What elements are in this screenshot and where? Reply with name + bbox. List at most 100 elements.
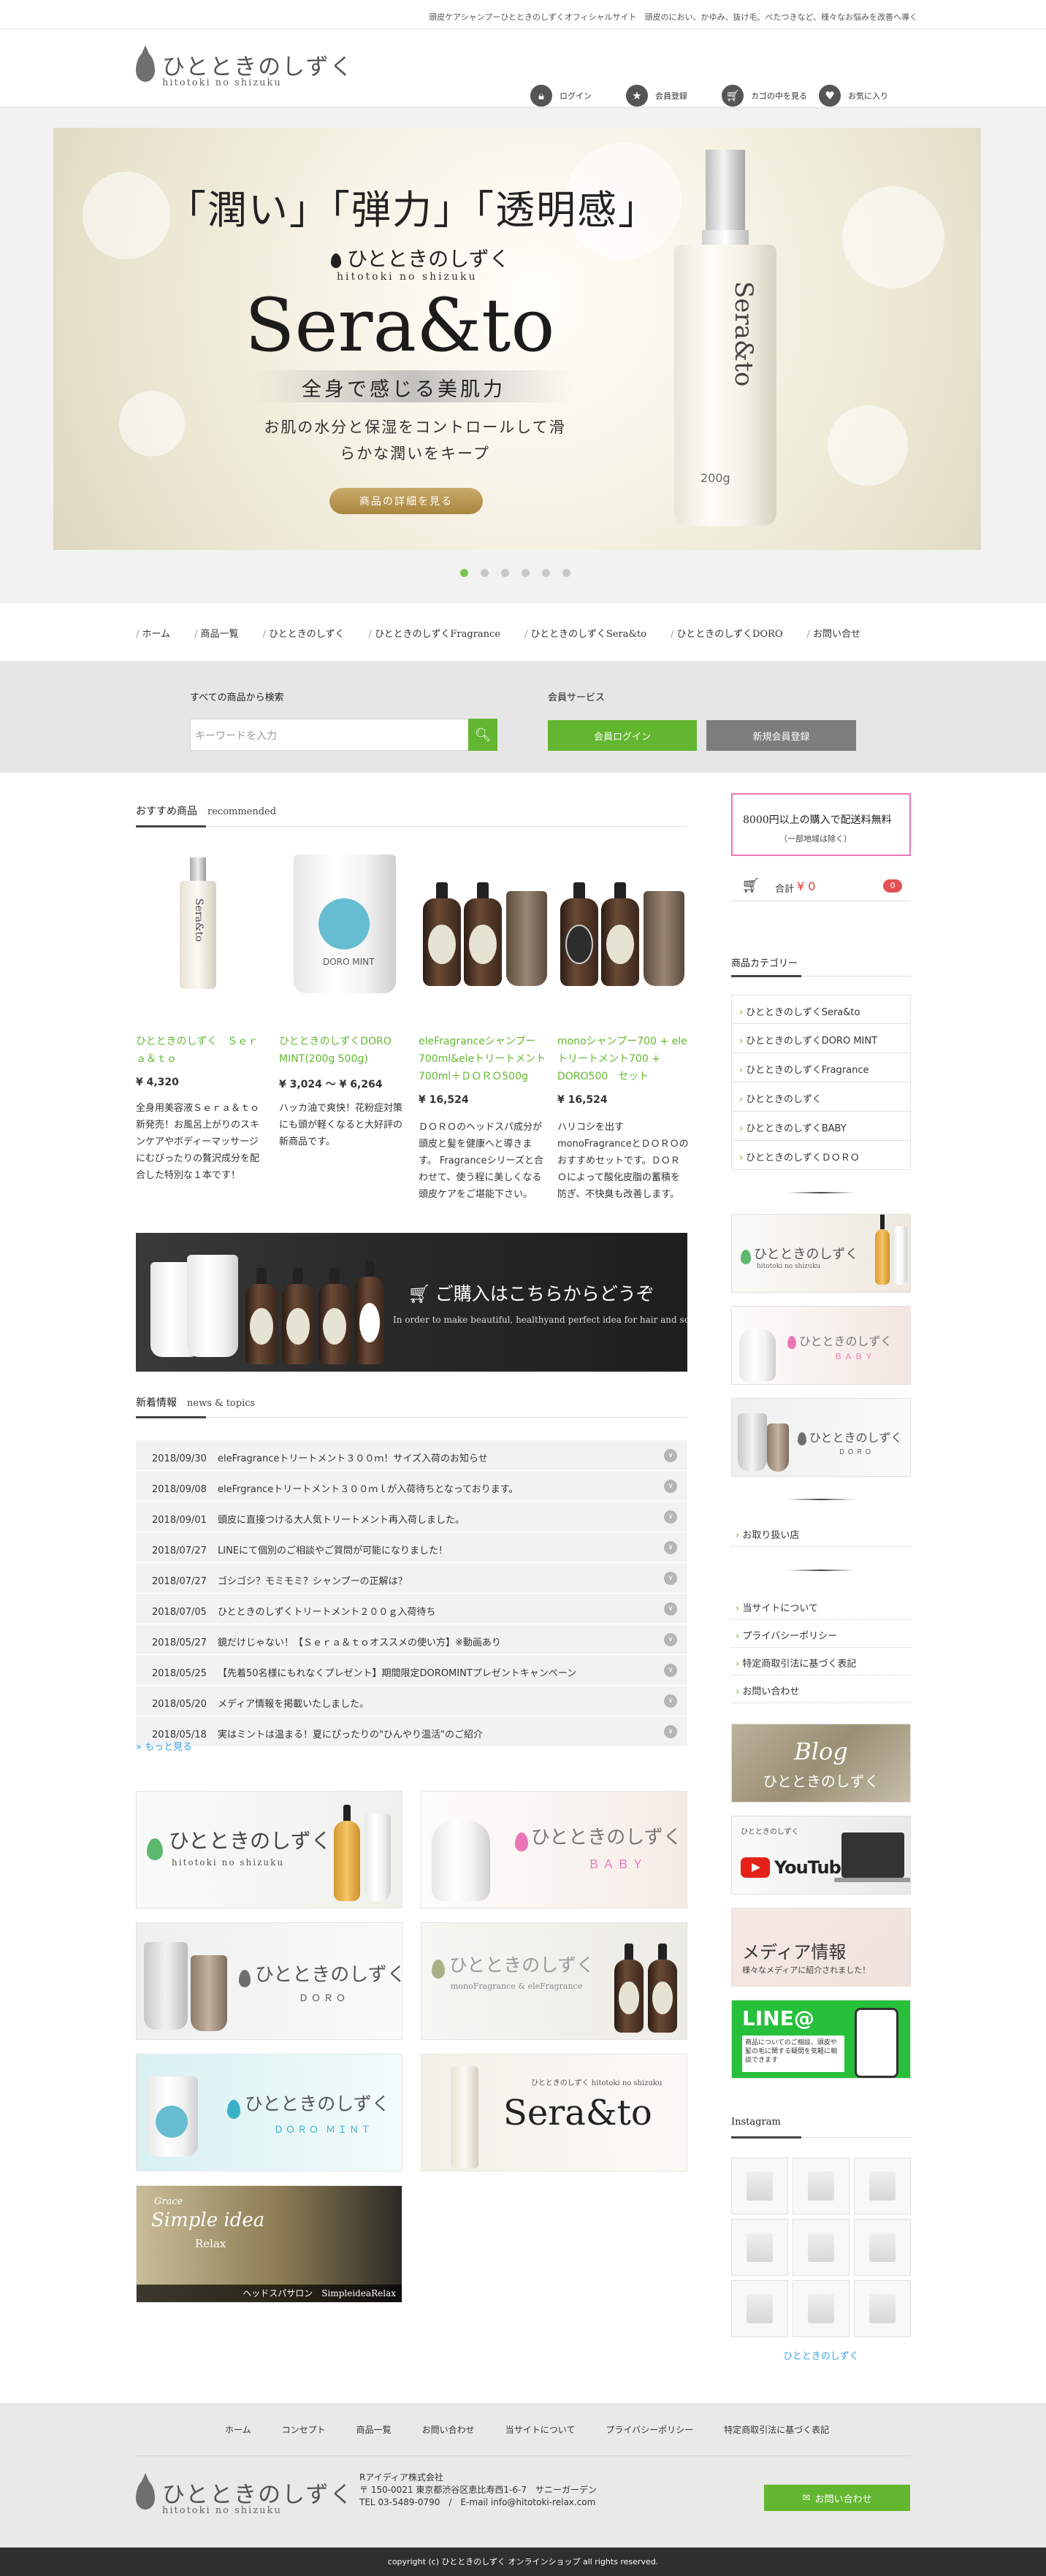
news-item[interactable]: 2018/05/18 実はミントは温まる！夏にぴったりの"ひんやり温活"のご紹介 ∨	[136, 1716, 687, 1747]
privacy-link[interactable]: プライバシーポリシー	[731, 1620, 911, 1648]
slider-dot[interactable]	[481, 569, 489, 577]
slider-dot[interactable]	[562, 569, 570, 577]
purchase-banner[interactable]: 🛒︎ ご購入はこちらからどうぞ In order to make beautifu…	[136, 1233, 687, 1372]
tile-subtitle: ＤＯＲＯ ＭＩＮＴ	[274, 2125, 373, 2136]
side-banner-subtitle: ＢＡＢＹ	[834, 1352, 875, 1361]
product-name[interactable]: ひとときのしずく Ｓｅｒａ＆ｔｏ	[136, 1033, 267, 1068]
slider-dot[interactable]	[522, 569, 530, 577]
product-card[interactable]: Sera&to ひとときのしずく Ｓｅｒａ＆ｔｏ ¥ 4,320 全身用美容液Ｓ…	[136, 847, 267, 1212]
hero-detail-button[interactable]: 商品の詳細を見る	[329, 488, 483, 514]
instagram-post[interactable]	[731, 2219, 788, 2276]
nav-contact[interactable]: お問い合せ	[807, 626, 860, 640]
free-shipping-banner[interactable]: 8000円以上の購入で配送料無料 （一部地域は除く）	[731, 793, 911, 856]
news-list: 2018/09/30 eleFragranceトリートメント３００ｍ！サイズ入荷の…	[136, 1440, 687, 1747]
bokeh	[828, 405, 908, 486]
news-item[interactable]: 2018/05/25 【先着50名様にもれなくプレゼント】期間限定DOROMINT…	[136, 1655, 687, 1686]
news-item[interactable]: 2018/09/08 eleFrgranceトリートメント３００ｍｌが入荷待ちとな…	[136, 1471, 687, 1502]
shop-link[interactable]: お取り扱い店	[731, 1519, 911, 1547]
search-button[interactable]: 🔍︎	[468, 719, 497, 751]
register-link[interactable]: ★ 会員登録	[626, 85, 687, 107]
slider-dot[interactable]	[460, 569, 468, 577]
chevron-down-icon: ∨	[664, 1602, 677, 1616]
footer-link-privacy[interactable]: プライバシーポリシー	[606, 2423, 693, 2436]
blog-banner[interactable]: Blog ひとときのしずく	[731, 1724, 911, 1803]
view-cart-link[interactable]: 🛒︎ カゴの中を見る	[722, 85, 807, 107]
category-item[interactable]: ひとときのしずく	[731, 1082, 911, 1112]
footer-link-concept[interactable]: コンセプト	[282, 2423, 326, 2436]
search-input[interactable]: キーワードを入力	[190, 719, 469, 751]
instagram-post[interactable]	[854, 2219, 911, 2276]
login-link[interactable]: 🔒︎ ログイン	[530, 85, 592, 107]
footer-link-contact[interactable]: お問い合わせ	[422, 2423, 475, 2436]
news-item[interactable]: 2018/09/30 eleFragranceトリートメント３００ｍ！サイズ入荷の…	[136, 1440, 687, 1471]
category-item[interactable]: ひとときのしずくFragrance	[731, 1053, 911, 1082]
nav-home[interactable]: ホーム	[136, 626, 171, 640]
product-card[interactable]: monoシャンプー700 + eleトリートメント700 + DORO500 セ…	[557, 847, 689, 1200]
category-item[interactable]: ひとときのしずくＤＯＲＯ	[731, 1141, 911, 1170]
product-name[interactable]: eleFragranceシャンプー700ml&eleトリートメント700ml＋Ｄ…	[419, 1033, 550, 1085]
salon-banner[interactable]: Grace Simple idea Relax ヘッドスパサロン Simplei…	[136, 2185, 402, 2303]
nav-products[interactable]: 商品一覧	[194, 626, 239, 640]
instagram-post[interactable]	[793, 2219, 850, 2276]
product-card[interactable]: eleFragranceシャンプー700ml&eleトリートメント700ml＋Ｄ…	[419, 847, 550, 1200]
side-banner-doro[interactable]: ひとときのしずく ＤＯＲＯ	[731, 1398, 911, 1477]
product-name[interactable]: monoシャンプー700 + eleトリートメント700 + DORO500 セ…	[557, 1033, 689, 1085]
tile-subtitle: ひとときのしずく hitotoki no shizuku	[531, 2079, 663, 2087]
side-banner-subtitle: ＤＯＲＯ	[839, 1449, 874, 1456]
media-banner[interactable]: メディア情報 様々なメディアに紹介されました！	[731, 1908, 911, 1987]
side-banner-hitotoki[interactable]: ひとときのしずく hitotoki no shizuku	[731, 1214, 911, 1293]
cart-summary[interactable]: 🛒︎ 合計 ¥ 0 0	[731, 872, 911, 901]
legal-link[interactable]: 特定商取引法に基づく表記	[731, 1648, 911, 1675]
about-link[interactable]: 当サイトについて	[731, 1592, 911, 1620]
nav-fragrance[interactable]: ひとときのしずくFragrance	[369, 626, 500, 640]
footer-link-products[interactable]: 商品一覧	[356, 2423, 392, 2436]
brand-banner-doro[interactable]: ひとときのしずく ＤＯＲＯ	[136, 1922, 402, 2040]
news-item[interactable]: 2018/05/20 メディア情報を掲載いたしました。 ∨	[136, 1686, 687, 1716]
slider-dot[interactable]	[501, 569, 509, 577]
nav-hitotoki[interactable]: ひとときのしずく	[263, 626, 344, 640]
category-item[interactable]: ひとときのしずくDORO MINT	[731, 1024, 911, 1053]
news-item[interactable]: 2018/07/27 LINEにて個別のご相談やご質問が可能になりました！ ∨	[136, 1532, 687, 1563]
youtube-banner[interactable]: ひとときのしずく YouTube	[731, 1816, 911, 1895]
brand-banner-hitotoki[interactable]: ひとときのしずく hitotoki no shizuku	[136, 1791, 402, 1908]
news-more-link[interactable]: » もっと見る	[136, 1739, 192, 1753]
instagram-post[interactable]	[731, 2158, 788, 2214]
hero-slider[interactable]: 「潤い」「弾力」「透明感」 ひとときのしずく hitotoki no shizu…	[53, 128, 981, 550]
product-name[interactable]: ひとときのしずくDORO MINT(200g 500g)	[279, 1033, 411, 1068]
footer-link-legal[interactable]: 特定商取引法に基づく表記	[724, 2423, 829, 2436]
slider-dot[interactable]	[542, 569, 550, 577]
instagram-post[interactable]	[731, 2280, 788, 2337]
brand-banner-fragrance[interactable]: ひとときのしずく monoFragrance & eleFragrance	[421, 1922, 687, 2040]
news-item[interactable]: 2018/05/27 鏡だけじゃない！【Ｓｅｒａ＆ｔｏオススメの使い方】※動画あり…	[136, 1624, 687, 1655]
recommended-title-jp: おすすめ商品	[136, 806, 197, 817]
instagram-account-link[interactable]: ひとときのしずく	[731, 2348, 911, 2362]
category-item[interactable]: ひとときのしずくBABY	[731, 1112, 911, 1141]
instagram-post[interactable]	[793, 2158, 850, 2214]
footer-link-home[interactable]: ホーム	[225, 2423, 251, 2436]
brand-banner-doro-mint[interactable]: ひとときのしずく ＤＯＲＯ ＭＩＮＴ	[136, 2054, 402, 2171]
member-login-button[interactable]: 会員ログイン	[548, 720, 697, 751]
news-item[interactable]: 2018/07/05 ひとときのしずくトリートメント２００ｇ入荷待ち ∨	[136, 1594, 687, 1624]
news-item[interactable]: 2018/09/01 頭皮に直接つける大人気トリートメント再入荷しました。 ∨	[136, 1502, 687, 1532]
product-card[interactable]: DORO MINT ひとときのしずくDORO MINT(200g 500g) ¥…	[279, 847, 411, 1183]
site-logo[interactable]: ひとときのしずく hitotoki no shizuku	[136, 45, 352, 92]
member-register-button[interactable]: 新規会員登録	[706, 720, 856, 751]
nav-doro[interactable]: ひとときのしずくDORO	[671, 626, 783, 640]
footer-contact-button[interactable]: ✉ お問い合わせ	[764, 2485, 910, 2511]
brand-banner-serato[interactable]: ひとときのしずく hitotoki no shizuku Sera&to	[421, 2054, 687, 2171]
footer-logo[interactable]: ひとときのしずく hitotoki no shizuku	[136, 2473, 352, 2523]
news-item[interactable]: 2018/07/27 ゴシゴシ？モミモミ？シャンプーの正解は？ ∨	[136, 1563, 687, 1594]
instagram-post[interactable]	[793, 2280, 850, 2337]
instagram-post[interactable]	[854, 2158, 911, 2214]
favorites-link[interactable]: ♥ お気に入り	[819, 85, 888, 107]
category-item[interactable]: ひとときのしずくSera&to	[731, 995, 911, 1024]
bottle-size: 200g	[700, 471, 730, 485]
side-banner-baby[interactable]: ひとときのしずく ＢＡＢＹ	[731, 1306, 911, 1385]
chevron-down-icon: ∨	[664, 1541, 677, 1554]
nav-serato[interactable]: ひとときのしずくSera&to	[524, 626, 647, 640]
brand-banner-baby[interactable]: ひとときのしずく ＢＡＢＹ	[421, 1791, 687, 1908]
line-banner[interactable]: LINE@ 商品についてのご相談、頭皮や髪の毛に関する疑問を気軽に相談できます	[731, 2000, 911, 2079]
contact-link[interactable]: お問い合わせ	[731, 1675, 911, 1703]
instagram-post[interactable]	[854, 2280, 911, 2337]
footer-link-about[interactable]: 当サイトについて	[505, 2423, 576, 2436]
